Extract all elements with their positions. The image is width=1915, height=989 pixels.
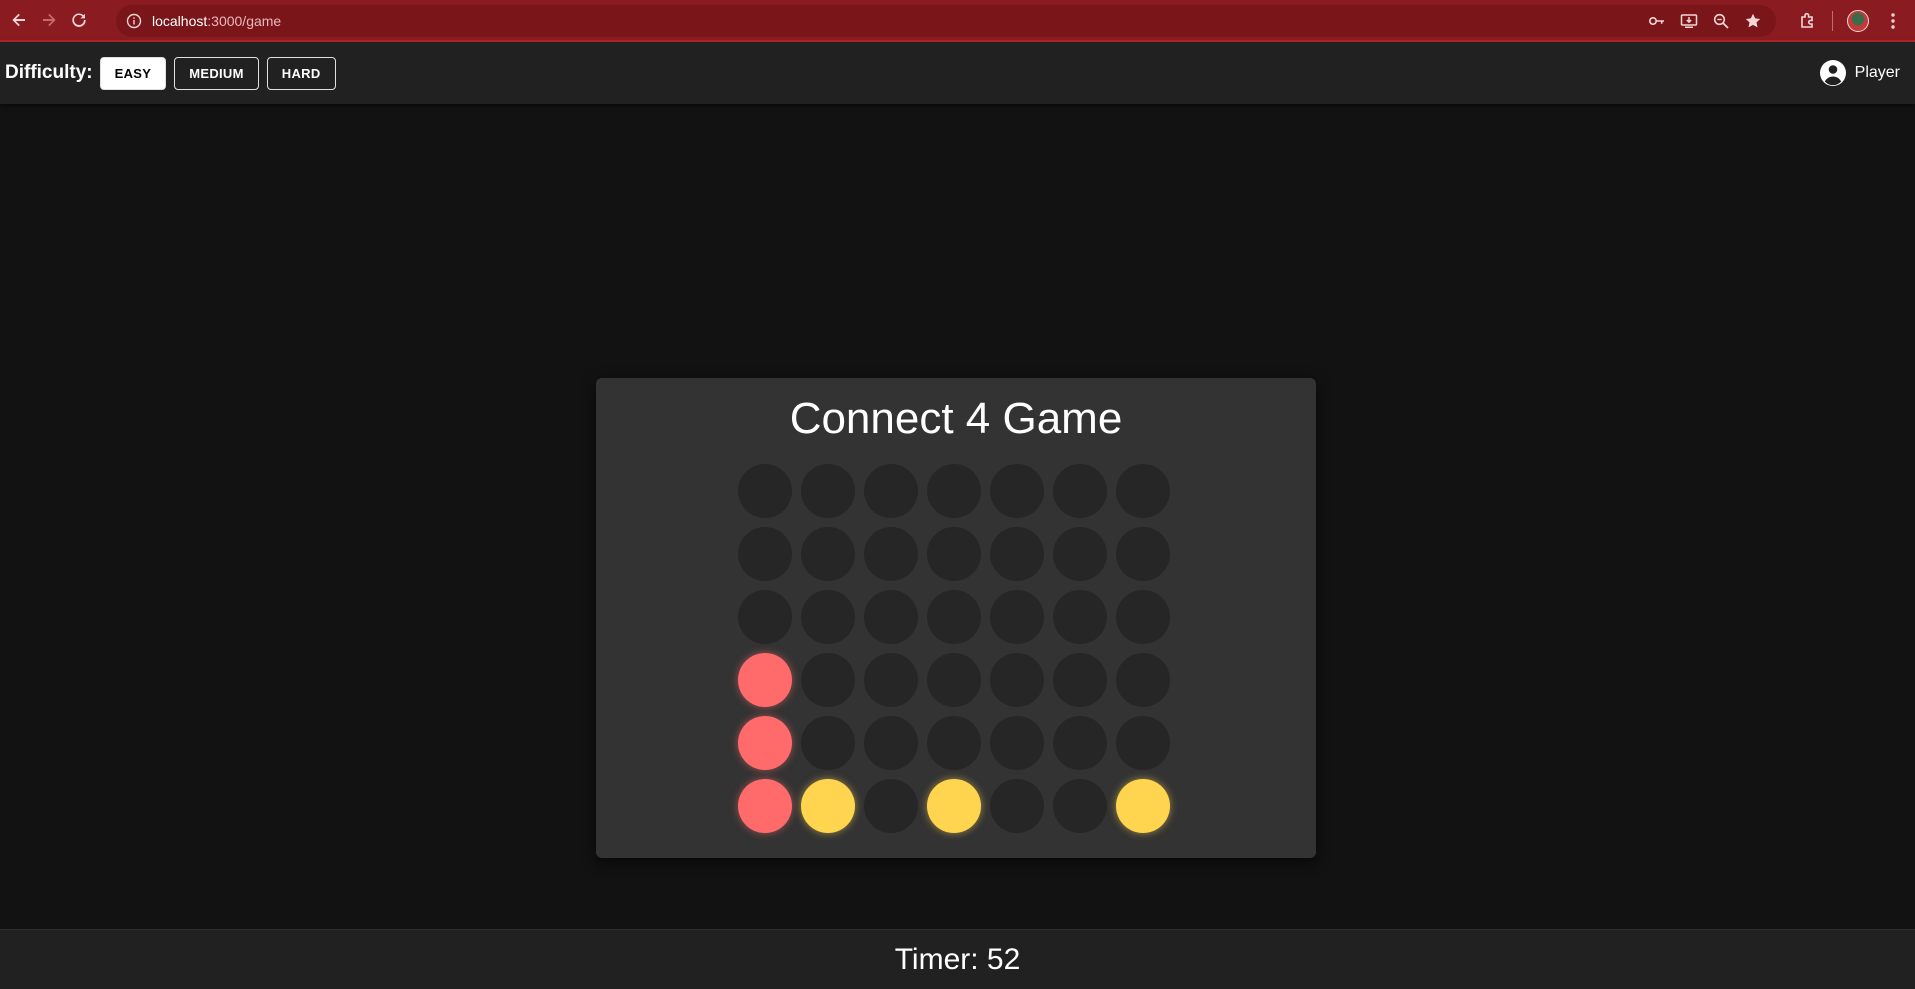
browser-toolbar: localhost:3000/game	[0, 0, 1915, 42]
empty-cell[interactable]	[927, 653, 981, 707]
empty-cell[interactable]	[738, 527, 792, 581]
footer: Timer: 52	[0, 929, 1915, 989]
empty-cell[interactable]	[864, 779, 918, 833]
red-disc-cell[interactable]	[738, 716, 792, 770]
empty-cell[interactable]	[864, 590, 918, 644]
empty-cell[interactable]	[990, 527, 1044, 581]
extensions-icon[interactable]	[1798, 11, 1818, 31]
player-name: Player	[1854, 64, 1900, 81]
empty-cell[interactable]	[990, 716, 1044, 770]
app-header: Difficulty: EASY MEDIUM HARD Player	[0, 42, 1915, 104]
empty-cell[interactable]	[990, 779, 1044, 833]
empty-cell[interactable]	[1116, 590, 1170, 644]
empty-cell[interactable]	[1053, 590, 1107, 644]
empty-cell[interactable]	[1116, 716, 1170, 770]
yellow-disc-cell[interactable]	[1116, 779, 1170, 833]
empty-cell[interactable]	[927, 590, 981, 644]
empty-cell[interactable]	[1116, 527, 1170, 581]
empty-cell[interactable]	[801, 716, 855, 770]
empty-cell[interactable]	[927, 464, 981, 518]
player-menu[interactable]: Player	[1819, 42, 1900, 104]
red-disc-cell[interactable]	[738, 779, 792, 833]
empty-cell[interactable]	[990, 590, 1044, 644]
url-host: localhost	[152, 13, 208, 29]
empty-cell[interactable]	[927, 527, 981, 581]
game-board	[738, 464, 1170, 833]
key-icon[interactable]	[1648, 12, 1666, 30]
yellow-disc-cell[interactable]	[927, 779, 981, 833]
bookmark-star-icon[interactable]	[1744, 12, 1762, 30]
empty-cell[interactable]	[1116, 653, 1170, 707]
empty-cell[interactable]	[990, 464, 1044, 518]
account-circle-icon	[1819, 60, 1846, 86]
url-path: :3000/game	[207, 13, 282, 29]
empty-cell[interactable]	[801, 590, 855, 644]
empty-cell[interactable]	[1053, 653, 1107, 707]
yellow-disc-cell[interactable]	[801, 779, 855, 833]
empty-cell[interactable]	[1116, 464, 1170, 518]
red-disc-cell[interactable]	[738, 653, 792, 707]
difficulty-medium-button[interactable]: MEDIUM	[174, 56, 259, 90]
empty-cell[interactable]	[1053, 527, 1107, 581]
back-button[interactable]	[8, 9, 30, 31]
arrow-left-icon	[12, 13, 25, 27]
site-info-icon[interactable]	[126, 13, 142, 29]
empty-cell[interactable]	[1053, 779, 1107, 833]
install-app-icon[interactable]	[1680, 12, 1698, 30]
difficulty-hard-button[interactable]: HARD	[266, 56, 336, 90]
timer-display: Timer: 52	[894, 942, 1021, 976]
arrow-right-icon	[43, 13, 56, 27]
kebab-menu-icon[interactable]	[1883, 11, 1903, 31]
forward-button[interactable]	[38, 9, 60, 31]
empty-cell[interactable]	[864, 527, 918, 581]
empty-cell[interactable]	[1053, 716, 1107, 770]
empty-cell[interactable]	[1053, 464, 1107, 518]
empty-cell[interactable]	[927, 716, 981, 770]
zoom-icon[interactable]	[1712, 12, 1730, 30]
profile-avatar[interactable]	[1847, 10, 1869, 32]
difficulty-label: Difficulty:	[5, 62, 93, 83]
empty-cell[interactable]	[864, 653, 918, 707]
toolbar-divider	[1832, 11, 1833, 31]
empty-cell[interactable]	[738, 590, 792, 644]
game-card: Connect 4 Game	[596, 378, 1316, 858]
empty-cell[interactable]	[738, 464, 792, 518]
difficulty-easy-button[interactable]: EASY	[99, 56, 167, 90]
reload-icon	[72, 13, 86, 27]
empty-cell[interactable]	[801, 527, 855, 581]
reload-button[interactable]	[68, 9, 90, 31]
empty-cell[interactable]	[990, 653, 1044, 707]
game-title: Connect 4 Game	[789, 394, 1123, 443]
address-bar[interactable]: localhost:3000/game	[116, 5, 1776, 37]
empty-cell[interactable]	[864, 464, 918, 518]
empty-cell[interactable]	[801, 653, 855, 707]
url-text: localhost:3000/game	[152, 13, 281, 29]
empty-cell[interactable]	[801, 464, 855, 518]
empty-cell[interactable]	[864, 716, 918, 770]
